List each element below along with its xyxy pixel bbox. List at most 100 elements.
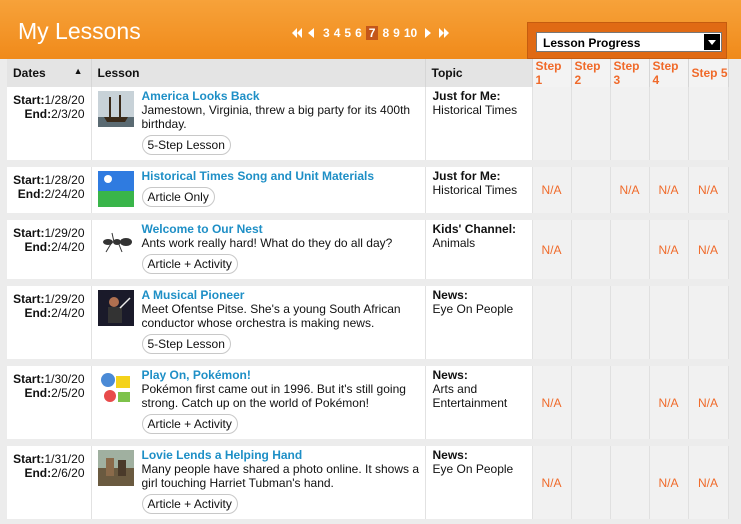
table-row: Start:1/28/20 End:2/24/20 Historical Tim…: [7, 167, 729, 213]
lesson-title-link[interactable]: Historical Times Song and Unit Materials: [142, 169, 421, 183]
topic-heading: Just for Me:: [432, 169, 501, 183]
topic-heading: News:: [432, 448, 468, 462]
page-header: My Lessons 3 4 5 6 7 8 9 10 Lesson Progress: [0, 0, 741, 59]
topic-column-header: Topic: [425, 59, 533, 87]
dates-column-header[interactable]: Dates ▲: [7, 59, 92, 87]
step-4-cell: N/A: [649, 220, 689, 279]
first-page-icon[interactable]: [291, 27, 302, 39]
topic-cell: Just for Me: Historical Times: [425, 167, 533, 213]
chevron-down-icon[interactable]: [704, 34, 720, 50]
end-date: 2/3/20: [51, 107, 85, 121]
topic-cell: Kids' Channel: Animals: [425, 220, 533, 279]
lesson-progress-panel: Lesson Progress: [527, 22, 727, 59]
lesson-cell: Welcome to Our Nest Ants work really har…: [91, 220, 426, 279]
row-separator: [7, 213, 728, 220]
step-5-cell: N/A: [688, 446, 729, 519]
dates-cell: Start:1/28/20 End:2/3/20: [7, 87, 92, 160]
start-date: 1/29/20: [44, 292, 85, 306]
step-1-cell: [532, 286, 572, 359]
topic-cell: News: Arts and Entertainment: [425, 366, 533, 439]
lesson-cell: Play On, Pokémon! Pokémon first came out…: [91, 366, 426, 439]
start-label: Start:: [13, 372, 45, 386]
lesson-column-header: Lesson: [91, 59, 426, 87]
sort-ascending-icon[interactable]: ▲: [74, 66, 83, 76]
dates-cell: Start:1/30/20 End:2/5/20: [7, 366, 92, 439]
lesson-thumbnail[interactable]: [97, 91, 134, 127]
step-2-cell: [571, 167, 611, 213]
lesson-type-button[interactable]: Article + Activity: [141, 414, 238, 434]
start-label: Start:: [13, 93, 45, 107]
step-1-cell: N/A: [532, 446, 572, 519]
end-label: End:: [24, 466, 52, 480]
end-date: 2/5/20: [51, 386, 85, 400]
lesson-description: Pokémon first came out in 1996. But it's…: [141, 382, 406, 410]
lesson-progress-select-value: Lesson Progress: [543, 36, 641, 50]
end-label: End:: [24, 107, 52, 121]
step-1-cell: N/A: [532, 366, 572, 439]
page-link-7[interactable]: 7: [365, 26, 379, 40]
lesson-title-link[interactable]: America Looks Back: [142, 89, 421, 103]
step-5-cell: N/A: [688, 167, 729, 213]
page-link-4[interactable]: 4: [334, 26, 341, 40]
lesson-title-link[interactable]: Lovie Lends a Helping Hand: [142, 448, 421, 462]
page-link-3[interactable]: 3: [323, 26, 330, 40]
step-5-column-header: Step 5: [688, 59, 729, 87]
row-separator: [7, 279, 728, 286]
step-1-column-header: Step 1: [532, 59, 572, 87]
start-label: Start:: [13, 452, 45, 466]
lesson-type-button[interactable]: 5-Step Lesson: [141, 334, 231, 354]
lessons-table: Dates ▲ Lesson Topic Step 1 Step 2 Step 3…: [7, 59, 729, 524]
step-3-cell: [610, 87, 650, 160]
lesson-type-button[interactable]: 5-Step Lesson: [141, 135, 231, 155]
lesson-cell: Lovie Lends a Helping Hand Many people h…: [91, 446, 426, 519]
step-1-cell: [532, 87, 572, 160]
lesson-thumbnail[interactable]: [97, 290, 134, 326]
next-page-icon[interactable]: [423, 27, 433, 39]
step-2-cell: [571, 87, 611, 160]
page-link-10[interactable]: 10: [404, 26, 417, 40]
step-2-cell: [571, 446, 611, 519]
last-page-icon[interactable]: [438, 27, 450, 39]
topic-name: Arts and Entertainment: [432, 382, 508, 410]
lesson-title-link[interactable]: Play On, Pokémon!: [142, 368, 421, 382]
topic-heading: Just for Me:: [432, 89, 501, 103]
step-3-cell: [610, 446, 650, 519]
page-link-8[interactable]: 8: [382, 26, 389, 40]
step-3-column-header: Step 3: [610, 59, 650, 87]
end-label: End:: [24, 386, 52, 400]
start-date: 1/29/20: [44, 226, 85, 240]
step-4-cell: N/A: [649, 167, 689, 213]
lesson-description: Many people have shared a photo online. …: [141, 462, 420, 490]
end-date: 2/4/20: [51, 306, 85, 320]
lesson-description: Meet Ofentse Pitse. She's a young South …: [141, 302, 401, 330]
prev-page-icon[interactable]: [306, 27, 316, 39]
lesson-progress-select[interactable]: Lesson Progress: [536, 32, 722, 52]
page-link-9[interactable]: 9: [393, 26, 400, 40]
lesson-title-link[interactable]: A Musical Pioneer: [142, 288, 421, 302]
topic-name: Historical Times: [432, 183, 518, 197]
end-date: 2/4/20: [51, 240, 85, 254]
page-link-6[interactable]: 6: [355, 26, 362, 40]
lesson-type-button[interactable]: Article + Activity: [141, 494, 238, 514]
end-label: End:: [24, 306, 52, 320]
lesson-type-button[interactable]: Article Only: [141, 187, 215, 207]
step-2-column-header: Step 2: [571, 59, 611, 87]
lesson-thumbnail[interactable]: [97, 370, 134, 406]
step-2-cell: [571, 366, 611, 439]
end-label: End:: [24, 240, 52, 254]
step-3-cell: N/A: [610, 167, 650, 213]
lesson-type-button[interactable]: Article + Activity: [141, 254, 238, 274]
dates-cell: Start:1/28/20 End:2/24/20: [7, 167, 92, 213]
lesson-thumbnail[interactable]: [97, 171, 134, 207]
lesson-thumbnail[interactable]: [97, 224, 134, 260]
step-4-cell: [649, 286, 689, 359]
step-2-cell: [571, 286, 611, 359]
page-link-5[interactable]: 5: [344, 26, 351, 40]
lesson-title-link[interactable]: Welcome to Our Nest: [142, 222, 421, 236]
topic-name: Animals: [432, 236, 476, 250]
lesson-description: Ants work really hard! What do they do a…: [141, 236, 393, 250]
lesson-thumbnail[interactable]: [97, 450, 134, 486]
step-5-cell: N/A: [688, 220, 729, 279]
step-3-cell: [610, 220, 650, 279]
lesson-cell: Historical Times Song and Unit Materials…: [91, 167, 426, 213]
